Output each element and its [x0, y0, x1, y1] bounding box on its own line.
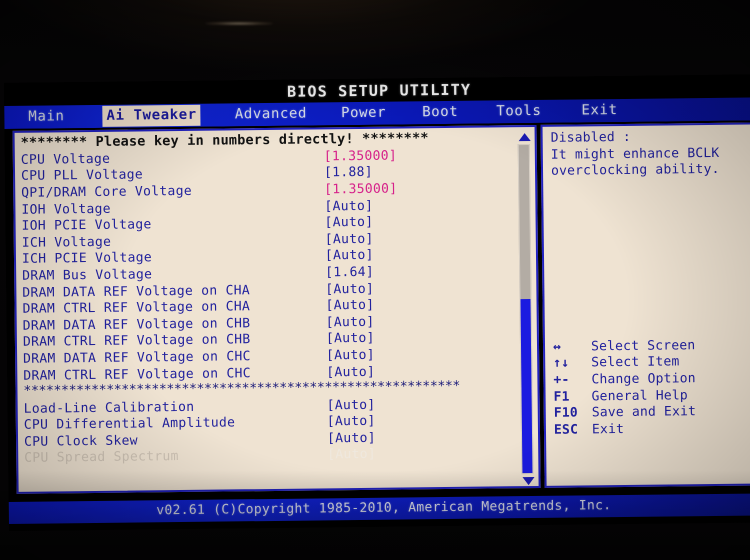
setting-value[interactable]: [1.88]	[324, 165, 373, 181]
setting-value[interactable]: [Auto]	[327, 447, 376, 463]
bios-screen: BIOS SETUP UTILITY Main Ai Tweaker Advan…	[4, 74, 750, 531]
key-legend: ↔ Select Screen ↑↓ Select Item +- Change Opti…	[545, 336, 750, 438]
settings-list: ******** Please key in numbers directly!…	[21, 129, 507, 467]
legend-description: Select Screen	[590, 337, 696, 355]
legend-description: Exit	[591, 421, 625, 438]
setting-value[interactable]: [1.35000]	[324, 148, 397, 164]
menu-item-tools[interactable]: Tools	[496, 101, 541, 123]
lens-flare	[205, 22, 273, 25]
scrollbar-thumb[interactable]	[520, 299, 533, 474]
scroll-up-arrow-icon[interactable]	[518, 133, 531, 142]
setting-value[interactable]: [Auto]	[325, 281, 374, 297]
legend-description: General Help	[591, 387, 689, 404]
legend-key: ↑↓	[553, 355, 570, 372]
scroll-down-arrow-icon[interactable]	[522, 477, 535, 486]
setting-value[interactable]: [Auto]	[327, 398, 376, 414]
setting-value[interactable]: [Auto]	[327, 414, 376, 430]
menu-item-advanced[interactable]: Advanced	[235, 104, 307, 126]
help-text: Disabled : It might enhance BCLK overclo…	[551, 129, 750, 181]
legend-key: +-	[553, 372, 570, 388]
legend-key: F10	[553, 405, 578, 421]
setting-value[interactable]: [Auto]	[325, 298, 374, 314]
menu-item-power[interactable]: Power	[341, 103, 386, 125]
setting-value[interactable]: [Auto]	[326, 315, 375, 331]
setting-value[interactable]: [Auto]	[326, 331, 375, 347]
menu-item-exit[interactable]: Exit	[581, 100, 617, 121]
setting-value[interactable]: [Auto]	[327, 431, 376, 447]
menu-item-ai-tweaker[interactable]: Ai Tweaker	[102, 104, 201, 127]
legend-description: Save and Exit	[591, 404, 697, 421]
legend-description: Select Item	[591, 354, 680, 371]
legend-key: F1	[553, 389, 570, 405]
help-panel: Disabled : It might enhance BCLK overclo…	[540, 122, 750, 488]
legend-description: Change Option	[591, 371, 696, 388]
legend-key: ESC	[553, 422, 579, 438]
setting-value[interactable]: [Auto]	[325, 232, 374, 248]
help-line-3: overclocking ability.	[550, 162, 720, 179]
setting-value[interactable]: [Auto]	[326, 348, 375, 364]
legend-key: ↔	[552, 339, 562, 355]
legend-row: ESC Exit	[546, 419, 750, 438]
setting-value[interactable]: [Auto]	[326, 364, 375, 380]
settings-panel: ******** Please key in numbers directly!…	[12, 124, 541, 494]
scrollbar-track[interactable]	[517, 144, 534, 475]
setting-value[interactable]: [Auto]	[325, 248, 374, 264]
menu-item-boot[interactable]: Boot	[422, 102, 458, 123]
setting-label: CPU Spread Spectrum	[24, 449, 179, 467]
setting-value[interactable]: [Auto]	[324, 198, 373, 214]
setting-value[interactable]: [1.64]	[325, 265, 374, 281]
body-area: ******** Please key in numbers directly!…	[4, 120, 750, 502]
monitor-photo: BIOS SETUP UTILITY Main Ai Tweaker Advan…	[0, 0, 750, 560]
setting-value[interactable]: [1.35000]	[324, 182, 397, 198]
settings-scrollbar[interactable]	[516, 133, 537, 486]
menu-item-main[interactable]: Main	[28, 106, 64, 127]
setting-value[interactable]: [Auto]	[325, 215, 374, 231]
